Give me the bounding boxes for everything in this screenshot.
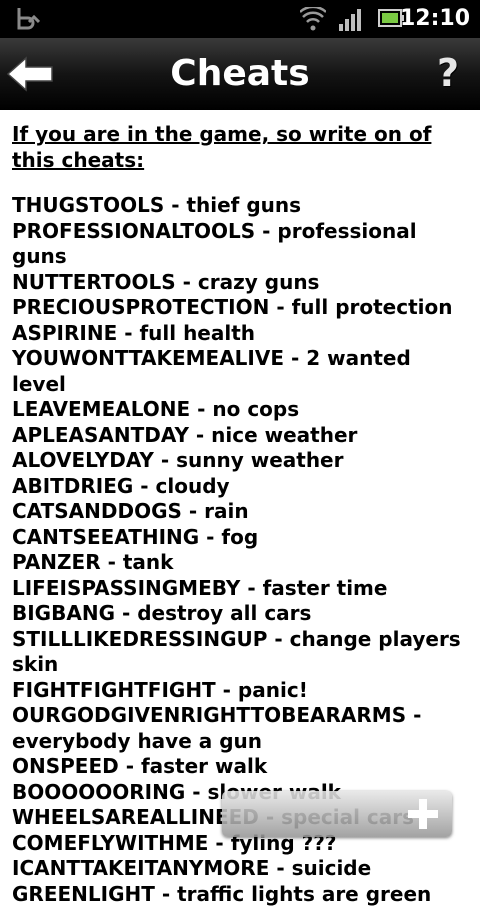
list-item: APLEASANTDAY - nice weather bbox=[12, 423, 462, 449]
list-item: CATSANDDOGS - rain bbox=[12, 499, 462, 525]
list-item: ONSPEED - faster walk bbox=[12, 754, 462, 780]
list-item: THUGSTOOLS - thief guns bbox=[12, 193, 462, 219]
list-item: CANTSEEATHING - fog bbox=[12, 525, 462, 551]
wifi-icon bbox=[300, 7, 326, 31]
list-item: STILLLIKEDRESSINGUP - change players ski… bbox=[12, 627, 462, 678]
list-item: ICANTTAKEITANYMORE - suicide bbox=[12, 856, 462, 882]
list-item: NUTTERTOOLS - crazy guns bbox=[12, 270, 462, 296]
list-item: OURGODGIVENRIGHTTOBEARARMS - everybody h… bbox=[12, 703, 462, 754]
list-item: ASPIRINE - full health bbox=[12, 321, 462, 347]
plus-icon bbox=[406, 797, 440, 831]
status-clock: 12:10 bbox=[400, 6, 470, 32]
list-item: PANZER - tank bbox=[12, 550, 462, 576]
list-item: LIFEISPASSINGMEBY - faster time bbox=[12, 576, 462, 602]
list-item: YOUWONTTAKEMEALIVE - 2 wanted level bbox=[12, 346, 462, 397]
list-item: GREENLIGHT - traffic lights are green bbox=[12, 882, 462, 907]
zoom-in-button[interactable] bbox=[222, 791, 452, 837]
list-item: PROFESSIONALTOOLS - professional guns bbox=[12, 219, 462, 270]
list-item: BIGBANG - destroy all cars bbox=[12, 601, 462, 627]
title-bar: Cheats ? bbox=[0, 38, 480, 110]
list-item: PRECIOUSPROTECTION - full protection bbox=[12, 295, 462, 321]
list-item: ALOVELYDAY - sunny weather bbox=[12, 448, 462, 474]
page-title: Cheats bbox=[0, 38, 480, 110]
intro-text: If you are in the game, so write on of t… bbox=[12, 122, 462, 173]
list-item: ABITDRIEG - cloudy bbox=[12, 474, 462, 500]
cheats-content: If you are in the game, so write on of t… bbox=[12, 122, 462, 907]
status-bar: 12:10 bbox=[0, 0, 480, 38]
question-mark-icon[interactable]: ? bbox=[430, 50, 466, 96]
list-item: LEAVEMEALONE - no cops bbox=[12, 397, 462, 423]
signal-strength-icon bbox=[338, 7, 364, 31]
list-item: FIGHTFIGHTFIGHT - panic! bbox=[12, 678, 462, 704]
b-notification-icon bbox=[14, 6, 40, 32]
